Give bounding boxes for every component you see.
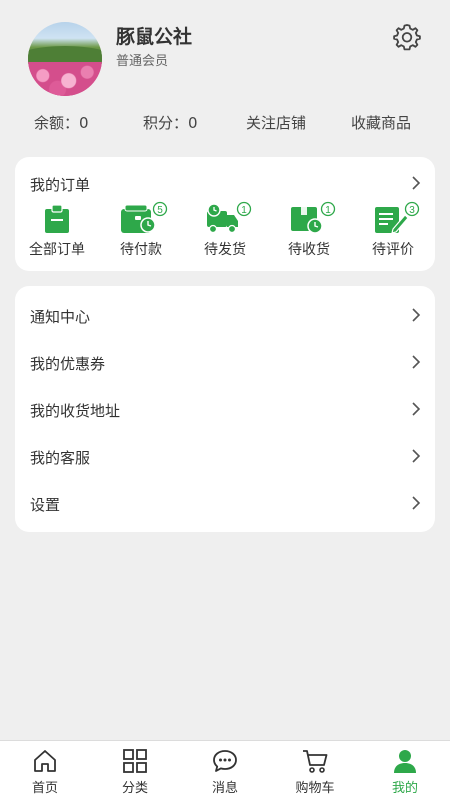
menu-item-coupons[interactable]: 我的优惠券	[15, 339, 435, 386]
favorites-link[interactable]: 收藏商品	[351, 112, 411, 133]
badge-pending-review: 3	[409, 205, 415, 216]
menu-item-settings[interactable]: 设置	[15, 480, 435, 527]
menu-item-label: 我的收货地址	[30, 402, 121, 420]
tab-label: 分类	[121, 781, 148, 796]
orders-title[interactable]: 我的订单	[30, 174, 90, 195]
grid-icon	[123, 749, 147, 773]
review-pen-icon: 3	[375, 201, 420, 234]
package-clock-icon: 1	[291, 201, 336, 234]
tab-label: 消息	[211, 781, 238, 796]
chevron-right-icon[interactable]	[410, 175, 422, 191]
menu-item-label: 我的客服	[30, 449, 91, 467]
order-label: 待付款	[120, 242, 162, 258]
tab-label: 首页	[31, 781, 58, 796]
orders-card: 我的订单 全部订单 5 待付款 1 待发货 1 待收货 3 待评价	[15, 157, 435, 271]
points-stat[interactable]: 积分：0	[143, 112, 198, 133]
home-icon	[34, 750, 56, 772]
menu-item-label: 设置	[30, 496, 61, 514]
tab-cart[interactable]: 购物车	[270, 741, 360, 800]
account-stats: 余额：0 积分：0 关注店铺 收藏商品	[0, 112, 450, 136]
order-pending-shipment[interactable]: 1 待发货	[185, 201, 265, 263]
balance-stat[interactable]: 余额：0	[34, 112, 89, 133]
chevron-right-icon	[412, 496, 421, 510]
menu-item-label: 通知中心	[30, 308, 91, 326]
order-all[interactable]: 全部订单	[17, 201, 97, 263]
clipboard-icon	[45, 204, 69, 233]
badge-pending-shipment: 1	[241, 205, 247, 216]
badge-pending-payment: 5	[157, 205, 163, 216]
tab-messages[interactable]: 消息	[180, 741, 270, 800]
badge-pending-receipt: 1	[325, 205, 331, 216]
bottom-tab-bar: 首页 分类 消息 购物车 我的	[0, 740, 450, 800]
avatar[interactable]	[28, 22, 102, 96]
wallet-clock-icon: 5	[121, 201, 168, 233]
order-pending-review[interactable]: 3 待评价	[353, 201, 433, 263]
chevron-right-icon	[412, 449, 421, 463]
user-icon	[394, 750, 416, 773]
chevron-right-icon	[412, 402, 421, 416]
followed-shops-link[interactable]: 关注店铺	[246, 112, 306, 133]
order-label: 全部订单	[29, 242, 85, 258]
tab-home[interactable]: 首页	[0, 741, 90, 800]
order-pending-payment[interactable]: 5 待付款	[101, 201, 181, 263]
menu-item-label: 我的优惠券	[30, 355, 106, 373]
tab-profile[interactable]: 我的	[360, 741, 450, 800]
order-pending-receipt[interactable]: 1 待收货	[269, 201, 349, 263]
settings-gear-icon[interactable]	[392, 22, 422, 52]
truck-icon: 1	[207, 201, 252, 234]
tab-category[interactable]: 分类	[90, 741, 180, 800]
chevron-right-icon	[412, 355, 421, 369]
username: 豚鼠公社	[116, 26, 193, 48]
menu-item-customer-service[interactable]: 我的客服	[15, 433, 435, 480]
member-level: 普通会员	[116, 54, 169, 69]
order-label: 待收货	[288, 242, 330, 258]
tab-label: 我的	[391, 781, 418, 796]
menu-item-addresses[interactable]: 我的收货地址	[15, 386, 435, 433]
order-label: 待评价	[372, 242, 414, 258]
cart-icon	[303, 750, 328, 773]
order-label: 待发货	[204, 242, 246, 258]
menu-item-notifications[interactable]: 通知中心	[15, 292, 435, 339]
chevron-right-icon	[412, 308, 421, 322]
profile-header: 豚鼠公社 普通会员	[0, 0, 450, 110]
chat-icon	[213, 750, 237, 772]
menu-card: 通知中心 我的优惠券 我的收货地址 我的客服 设置	[15, 286, 435, 532]
tab-label: 购物车	[295, 781, 335, 796]
